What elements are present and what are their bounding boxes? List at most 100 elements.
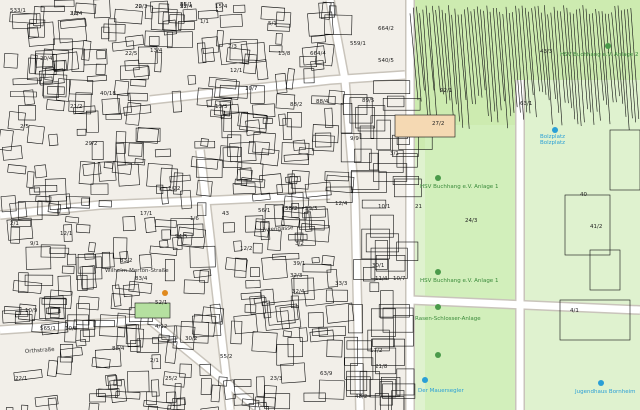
parcel-label: 3/2: [295, 241, 304, 247]
parcel: [150, 379, 160, 397]
parcel-label: 664/4: [310, 51, 326, 57]
parcel: [362, 267, 376, 282]
parcel-label: 27/2: [432, 121, 444, 127]
parcel: [61, 265, 75, 274]
parcel: [154, 148, 172, 158]
parcel: [95, 63, 106, 75]
parcel: [229, 141, 257, 163]
parcel: [57, 275, 72, 296]
parcel: [304, 287, 334, 307]
parcel: [372, 338, 395, 347]
parcel: [117, 163, 140, 187]
street-label: Wilhelm-Merton-Straße: [105, 268, 169, 274]
parcel: [280, 362, 306, 384]
parcel-label: 97: [180, 4, 187, 10]
parcel: [3, 52, 19, 69]
parcel: [34, 164, 48, 179]
parcel-label: 13/3: [215, 104, 228, 110]
parcel-label: 43: [222, 211, 229, 217]
parcel: [7, 164, 27, 175]
parcel-label: 20/4: [40, 56, 53, 62]
parcel: [325, 302, 355, 324]
parcel-label: 22/1: [15, 376, 27, 382]
parcel-label: 21/2: [70, 104, 82, 110]
allotment-gardens-south: [425, 125, 520, 410]
parcel-label: 52/1: [155, 300, 167, 306]
parcel: [239, 112, 269, 133]
parcel-label: 40/18: [100, 91, 116, 97]
parcel-label: 12/4: [335, 201, 348, 207]
parcel: [90, 183, 109, 195]
parcel-label: 21: [415, 204, 422, 210]
parcel: [75, 223, 91, 234]
parcel: [65, 216, 80, 224]
parcel-label: 9/1: [30, 241, 39, 247]
parcel: [47, 359, 58, 377]
parcel: [88, 241, 96, 253]
parcel: [255, 59, 269, 81]
parcel: [10, 226, 21, 244]
parcel-label: 30/1: [372, 263, 384, 269]
parcel: [127, 370, 150, 393]
parcel: [156, 184, 164, 194]
parcel-label: 56/1: [258, 208, 270, 214]
parcel: [59, 18, 87, 29]
parcel: [310, 35, 326, 44]
parcel: [311, 257, 320, 264]
parcel-label: 3/2: [70, 11, 79, 17]
parcel: [233, 4, 246, 14]
parcel: [275, 32, 283, 45]
parcel: [103, 23, 126, 34]
poi-label: HSV Buchhang e.V. Anlage 2: [560, 52, 638, 58]
parcel-label: 88/4: [316, 99, 329, 105]
parcel: [49, 289, 73, 309]
parcel-label: 83/4: [135, 276, 148, 282]
parcel: [46, 99, 65, 112]
parcel: [146, 391, 158, 405]
parcel: [105, 113, 122, 120]
parcel-label: 559/1: [350, 41, 366, 47]
parcel: [12, 77, 38, 86]
parcel: [122, 216, 136, 232]
parcel: [230, 320, 243, 345]
map-view[interactable]: 22/4 22/3 15/1 22/4 1/1 15/4 5/1 664/2 559/1 22/5…: [0, 0, 640, 410]
map-canvas: 22/422/3 15/122/41/115/45/1664/2559/122/5…: [0, 0, 640, 410]
parcel: [283, 153, 309, 162]
parcel-label: 5/1: [268, 21, 277, 27]
parcel: [101, 251, 111, 270]
parcel: [1, 145, 23, 161]
parcel: [111, 284, 122, 307]
parcel: [318, 379, 345, 400]
community-poi-icon: [598, 380, 604, 386]
parcel-label: 4/1: [570, 308, 579, 314]
parcel: [260, 6, 286, 21]
parcel: [154, 51, 163, 73]
parcel: [282, 330, 292, 338]
parcel: [357, 105, 386, 132]
parcel: [179, 363, 192, 378]
parcel: [391, 390, 405, 410]
parcel: [310, 59, 325, 71]
parcel: [288, 175, 298, 185]
parcel-label: 88/4: [112, 346, 125, 352]
parcel: [144, 30, 173, 48]
parcel: [26, 171, 35, 188]
parcel: [20, 404, 29, 410]
parcel-label: 7/3: [228, 44, 237, 50]
parcel: [12, 280, 43, 294]
parcel-label: 10/1: [378, 204, 390, 210]
parcel: [373, 80, 411, 94]
parcel-label: 25/2: [165, 376, 177, 382]
parcel: [66, 253, 77, 266]
park-poi-icon: [435, 175, 441, 181]
parcel-label: 10/7: [393, 276, 406, 282]
poi-icon: [162, 290, 168, 296]
parcel: [103, 161, 114, 169]
parcel: [324, 107, 334, 128]
parcel: [136, 127, 159, 144]
parcel: [252, 242, 263, 254]
parcel-label: 664/2: [378, 26, 394, 32]
parcel-label: 1/22: [168, 186, 180, 192]
parcel: [81, 40, 92, 61]
parcel: [354, 148, 372, 163]
